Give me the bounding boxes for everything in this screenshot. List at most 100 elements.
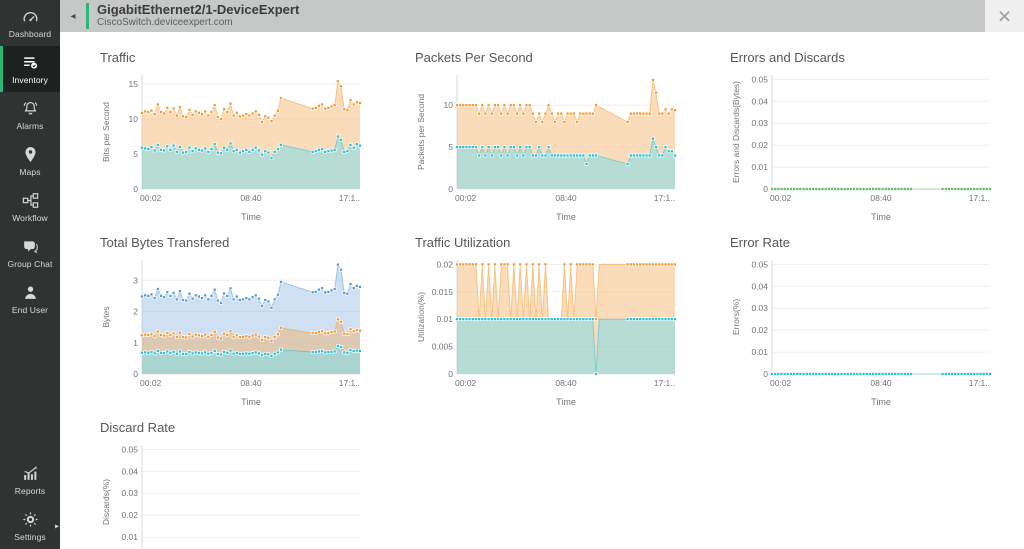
error-rate-plot: 00.010.020.030.040.05Errors(%)00:0208:40… [730,252,1000,410]
svg-text:08:40: 08:40 [870,193,892,203]
chart-traffic-utilization: Traffic Utilization 0 0.005 0.01 0.015 0.02 Ut… [415,235,730,420]
settings-icon [21,510,40,529]
svg-text:15: 15 [129,79,139,89]
svg-text:0.01: 0.01 [751,347,768,357]
sidebar-item-label: Alarms [16,121,43,131]
svg-text:10: 10 [444,100,454,110]
chart-title: Errors and Discards [730,50,1024,65]
chart-title: Error Rate [730,235,1024,250]
svg-text:Bits per Second: Bits per Second [101,102,111,162]
svg-text:0.03: 0.03 [751,118,768,128]
discard-rate-plot: 00.010.020.030.040.05Discards(%)00:0208:… [100,437,370,549]
svg-text:2: 2 [133,307,138,317]
svg-text:0: 0 [763,369,768,379]
svg-text:00:02: 00:02 [140,378,162,388]
svg-text:08:40: 08:40 [870,378,892,388]
svg-text:0.03: 0.03 [121,488,138,498]
svg-text:17:1..: 17:1.. [654,378,675,388]
chart-total-bytes-transfered: Total Bytes Transfered0123Bytes00:0208:4… [100,235,415,420]
sidebar-item-workflow[interactable]: Workflow [0,184,60,230]
sidebar-item-label: Dashboard [9,29,51,39]
sidebar-item-label: End User [12,305,48,315]
reports-icon [21,464,40,483]
svg-text:0: 0 [133,369,138,379]
svg-text:Errors(%): Errors(%) [731,299,741,336]
svg-text:Time: Time [556,212,576,222]
sidebar: Dashboard Inventory Alarms Maps Workflow Grou… [0,0,60,549]
sidebar-item-reports[interactable]: Reports [0,457,60,503]
svg-text:0.01: 0.01 [121,532,138,542]
sidebar-spacer [0,322,60,457]
svg-text:Bytes: Bytes [101,306,111,327]
svg-text:0: 0 [133,184,138,194]
svg-text:0.005: 0.005 [432,342,454,352]
packets-per-second-plot: 0510Packets per Second00:0208:4017:1..Ti… [415,67,685,225]
dashboard-icon [21,7,40,26]
svg-text:00:02: 00:02 [770,378,792,388]
svg-text:17:1..: 17:1.. [969,378,990,388]
svg-text:00:02: 00:02 [770,193,792,203]
submenu-arrow-icon: ▸ [55,522,59,531]
sidebar-item-end-user[interactable]: End User [0,276,60,322]
sidebar-item-dashboard[interactable]: Dashboard [0,0,60,46]
chart-title: Packets Per Second [415,50,730,65]
svg-text:0.04: 0.04 [751,96,768,106]
svg-text:00:02: 00:02 [140,193,162,203]
chart-title: Total Bytes Transfered [100,235,415,250]
chart-traffic: Traffic051015Bits per Second00:0208:4017… [100,50,415,235]
group-chat-icon [21,237,40,256]
svg-text:0.02: 0.02 [121,510,138,520]
svg-text:0.04: 0.04 [121,466,138,476]
sidebar-item-group-chat[interactable]: Group Chat [0,230,60,276]
end-user-icon [21,283,40,302]
svg-text:0.015: 0.015 [432,287,454,297]
svg-text:Errors and Discards(Bytes): Errors and Discards(Bytes) [731,81,741,183]
traffic-utilization-plot: 0 0.005 0.01 0.015 0.02 Utilization(%) 00:02 08… [415,252,685,410]
svg-text:Utilization(%): Utilization(%) [416,292,426,342]
svg-text:08:40: 08:40 [555,378,577,388]
header-bar: ◂ GigabitEthernet2/1-DeviceExpert CiscoS… [60,0,1024,32]
sidebar-item-label: Maps [19,167,40,177]
svg-text:17:1..: 17:1.. [969,193,990,203]
svg-text:0.02: 0.02 [751,140,768,150]
svg-text:0.01: 0.01 [751,162,768,172]
svg-text:08:40: 08:40 [240,378,262,388]
device-hostname: CiscoSwitch.deviceexpert.com [97,17,299,29]
svg-text:00:02: 00:02 [455,378,477,388]
svg-text:0.05: 0.05 [751,259,768,269]
back-icon[interactable]: ◂ [60,11,86,22]
svg-text:0: 0 [448,184,453,194]
sidebar-item-label: Workflow [12,213,48,223]
svg-text:Time: Time [871,212,891,222]
svg-text:0: 0 [448,369,453,379]
maps-icon [21,145,40,164]
sidebar-item-inventory[interactable]: Inventory [0,46,60,92]
svg-text:17:1..: 17:1.. [339,378,360,388]
charts-grid: Traffic051015Bits per Second00:0208:4017… [60,32,1024,549]
svg-text:08:40: 08:40 [555,193,577,203]
svg-text:08:40: 08:40 [240,193,262,203]
sidebar-item-maps[interactable]: Maps [0,138,60,184]
svg-text:10: 10 [129,114,139,124]
sidebar-item-label: Settings [14,532,46,542]
traffic-plot: 051015Bits per Second00:0208:4017:1..Tim… [100,67,370,225]
chart-errors-and-discards: Errors and Discards 0 0.01 0.02 0.03 0.04 0.05… [730,50,1024,235]
close-icon[interactable]: × [985,0,1024,32]
total-bytes-transfered-plot: 0123Bytes00:0208:4017:1..Time [100,252,370,410]
svg-text:0.02: 0.02 [436,259,453,269]
svg-text:17:1..: 17:1.. [339,193,360,203]
chart-discard-rate: Discard Rate00.010.020.030.040.05Discard… [100,420,415,549]
sidebar-item-settings[interactable]: Settings ▸ [0,503,60,549]
svg-text:Time: Time [871,397,891,407]
sidebar-item-alarms[interactable]: Alarms [0,92,60,138]
sidebar-item-label: Inventory [12,75,48,85]
chart-packets-per-second: Packets Per Second0510Packets per Second… [415,50,730,235]
device-snapshot-window: Dashboard Inventory Alarms Maps Workflow Grou… [0,0,1024,549]
sidebar-item-label: Group Chat [8,259,53,269]
svg-text:0.05: 0.05 [751,74,768,84]
chart-title: Traffic Utilization [415,235,730,250]
svg-text:0.01: 0.01 [436,314,453,324]
svg-text:00:02: 00:02 [455,193,477,203]
svg-text:Discards(%): Discards(%) [101,479,111,525]
svg-text:0: 0 [763,184,768,194]
